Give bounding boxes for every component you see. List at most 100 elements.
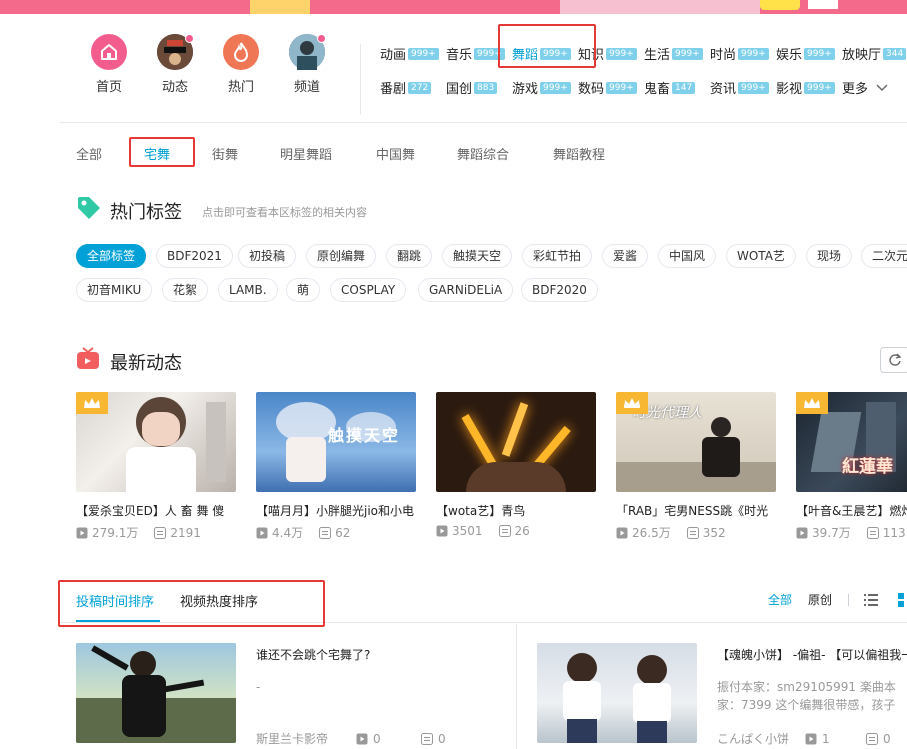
tag-item[interactable]: 翻跳	[386, 244, 433, 268]
category-label: 影视	[776, 82, 803, 97]
video-thumbnail[interactable]	[76, 392, 236, 492]
comment-count-icon	[498, 525, 511, 537]
category-label: 娱乐	[776, 48, 803, 63]
category-news[interactable]: 资讯 999+	[710, 78, 769, 97]
tag-item[interactable]: 初音MIKU	[76, 278, 153, 302]
video-thumbnail[interactable]	[76, 643, 236, 743]
subtab-street-dance[interactable]: 街舞	[212, 144, 238, 163]
category-life[interactable]: 生活 999+	[644, 44, 703, 63]
play-count-icon	[356, 733, 368, 744]
video-stats: 279.1万 2191	[76, 524, 236, 541]
category-count-badge: 147	[672, 81, 696, 94]
comment-count-icon	[154, 526, 167, 539]
category-guochuang[interactable]: 国创 883	[446, 78, 498, 97]
tag-item[interactable]: WOTA艺	[726, 244, 796, 268]
tag-item[interactable]: 二次元	[861, 244, 907, 268]
filter-original[interactable]: 原创	[808, 591, 832, 608]
tag-item[interactable]: COSPLAY	[330, 278, 407, 302]
play-count-icon	[796, 527, 808, 538]
category-count-badge: 999+	[606, 81, 637, 94]
tag-item[interactable]: 中国风	[658, 244, 717, 268]
video-thumbnail[interactable]: 时光代理人	[616, 392, 776, 492]
tag-item[interactable]: 萌	[286, 278, 321, 302]
category-count-badge: 999+	[540, 81, 571, 94]
nav-hot[interactable]: 热门	[208, 34, 274, 95]
author-name[interactable]: こんぱく小饼	[717, 730, 805, 747]
comment-count: 62	[335, 525, 351, 540]
video-title[interactable]: 「RAB」宅男NESS跳《时光	[616, 502, 776, 518]
play-count-icon	[256, 527, 268, 538]
thumbnail-caption: 触摸天空	[328, 426, 401, 445]
video-stats: 4.4万 62	[256, 524, 416, 541]
tag-item[interactable]: 触摸天空	[442, 244, 513, 268]
tag-all[interactable]: 全部标签	[76, 244, 147, 268]
list-view-icon[interactable]	[864, 593, 878, 607]
video-title[interactable]: 【魂魄小饼】 -偏祖- 【可以偏祖我一	[717, 646, 907, 663]
banner-art	[250, 0, 310, 14]
category-anime[interactable]: 动画 999+	[380, 44, 439, 63]
video-meta: 斯里兰卡影帝 0 0	[256, 730, 446, 747]
category-label: 国创	[446, 82, 473, 97]
category-film[interactable]: 影视 999+	[776, 78, 835, 97]
video-thumbnail[interactable]: 紅蓮華	[796, 392, 907, 492]
tag-item[interactable]: 花絮	[162, 278, 209, 302]
category-label: 鬼畜	[644, 82, 671, 97]
category-digital[interactable]: 数码 999+	[578, 78, 637, 97]
banner-art	[760, 0, 800, 10]
nav-channel[interactable]: 频道	[274, 34, 340, 95]
category-entertainment[interactable]: 娱乐 999+	[776, 44, 835, 63]
filter-all[interactable]: 全部	[768, 591, 792, 608]
column-divider	[516, 624, 517, 749]
category-fashion[interactable]: 时尚 999+	[710, 44, 769, 63]
author-name[interactable]: 斯里兰卡影帝	[256, 730, 356, 747]
tag-item[interactable]: 原创编舞	[306, 244, 377, 268]
video-card[interactable]: 触摸天空 【喵月月】小胖腿光jio和小电 4.4万 62	[256, 392, 416, 541]
video-thumbnail[interactable]: 触摸天空	[256, 392, 416, 492]
category-bangumi[interactable]: 番剧 272	[380, 78, 432, 97]
subtab-star-dance[interactable]: 明星舞蹈	[280, 144, 332, 163]
subtab-chinese-dance[interactable]: 中国舞	[376, 144, 415, 163]
nav-dynamic[interactable]: 动态	[142, 34, 208, 95]
refresh-button[interactable]	[880, 347, 907, 373]
comment-count: 2191	[170, 525, 201, 540]
tag-item[interactable]: BDF2020	[521, 278, 598, 302]
category-label: 音乐	[446, 48, 473, 63]
video-card[interactable]: 紅蓮華 【叶音&王晨艺】燃炸 39.7万 113	[796, 392, 907, 541]
video-card[interactable]: 时光代理人 「RAB」宅男NESS跳《时光 26.5万 352	[616, 392, 776, 541]
category-label: 动画	[380, 48, 407, 63]
video-thumbnail[interactable]	[436, 392, 596, 492]
tag-item[interactable]: 初投稿	[238, 244, 297, 268]
grid-view-icon[interactable]	[898, 593, 907, 607]
subtab-dance-tutorial[interactable]: 舞蹈教程	[553, 144, 605, 163]
tag-item[interactable]: 现场	[806, 244, 853, 268]
category-music[interactable]: 音乐 999+	[446, 44, 505, 63]
nav-home[interactable]: 首页	[76, 34, 142, 95]
category-kichiku[interactable]: 鬼畜 147	[644, 78, 696, 97]
video-card[interactable]: 【wota艺】青鸟 3501 26	[436, 392, 596, 538]
video-thumbnail[interactable]	[537, 643, 697, 743]
tag-item[interactable]: BDF2021	[156, 244, 233, 268]
video-title[interactable]: 【wota艺】青鸟	[436, 502, 596, 518]
video-title[interactable]: 【叶音&王晨艺】燃炸	[796, 502, 907, 518]
tag-item[interactable]: GARNiDELiA	[418, 278, 514, 302]
category-label: 番剧	[380, 82, 407, 97]
category-cinema[interactable]: 放映厅 344	[842, 44, 907, 63]
tag-item[interactable]: 爱酱	[602, 244, 649, 268]
video-title[interactable]: 【爱杀宝贝ED】人 畜 舞 傻	[76, 502, 236, 518]
category-label: 生活	[644, 48, 671, 63]
comment-count: 0	[883, 731, 891, 746]
video-title[interactable]: 【喵月月】小胖腿光jio和小电	[256, 502, 416, 518]
video-title[interactable]: 谁还不会跳个宅舞了?	[256, 646, 506, 663]
more-categories-button[interactable]: 更多	[842, 78, 888, 97]
category-game[interactable]: 游戏 999+	[512, 78, 571, 97]
play-count: 39.7万	[812, 526, 851, 540]
crown-badge-icon	[76, 392, 108, 414]
tag-item[interactable]: LAMB.	[218, 278, 278, 302]
chevron-down-icon	[876, 84, 888, 91]
video-card[interactable]: 【爱杀宝贝ED】人 畜 舞 傻 279.1万 2191	[76, 392, 236, 541]
play-count-icon	[436, 525, 448, 537]
top-banner[interactable]	[0, 0, 907, 14]
tag-item[interactable]: 彩虹节拍	[522, 244, 593, 268]
subtab-all[interactable]: 全部	[76, 144, 102, 163]
subtab-dance-general[interactable]: 舞蹈综合	[457, 144, 509, 163]
